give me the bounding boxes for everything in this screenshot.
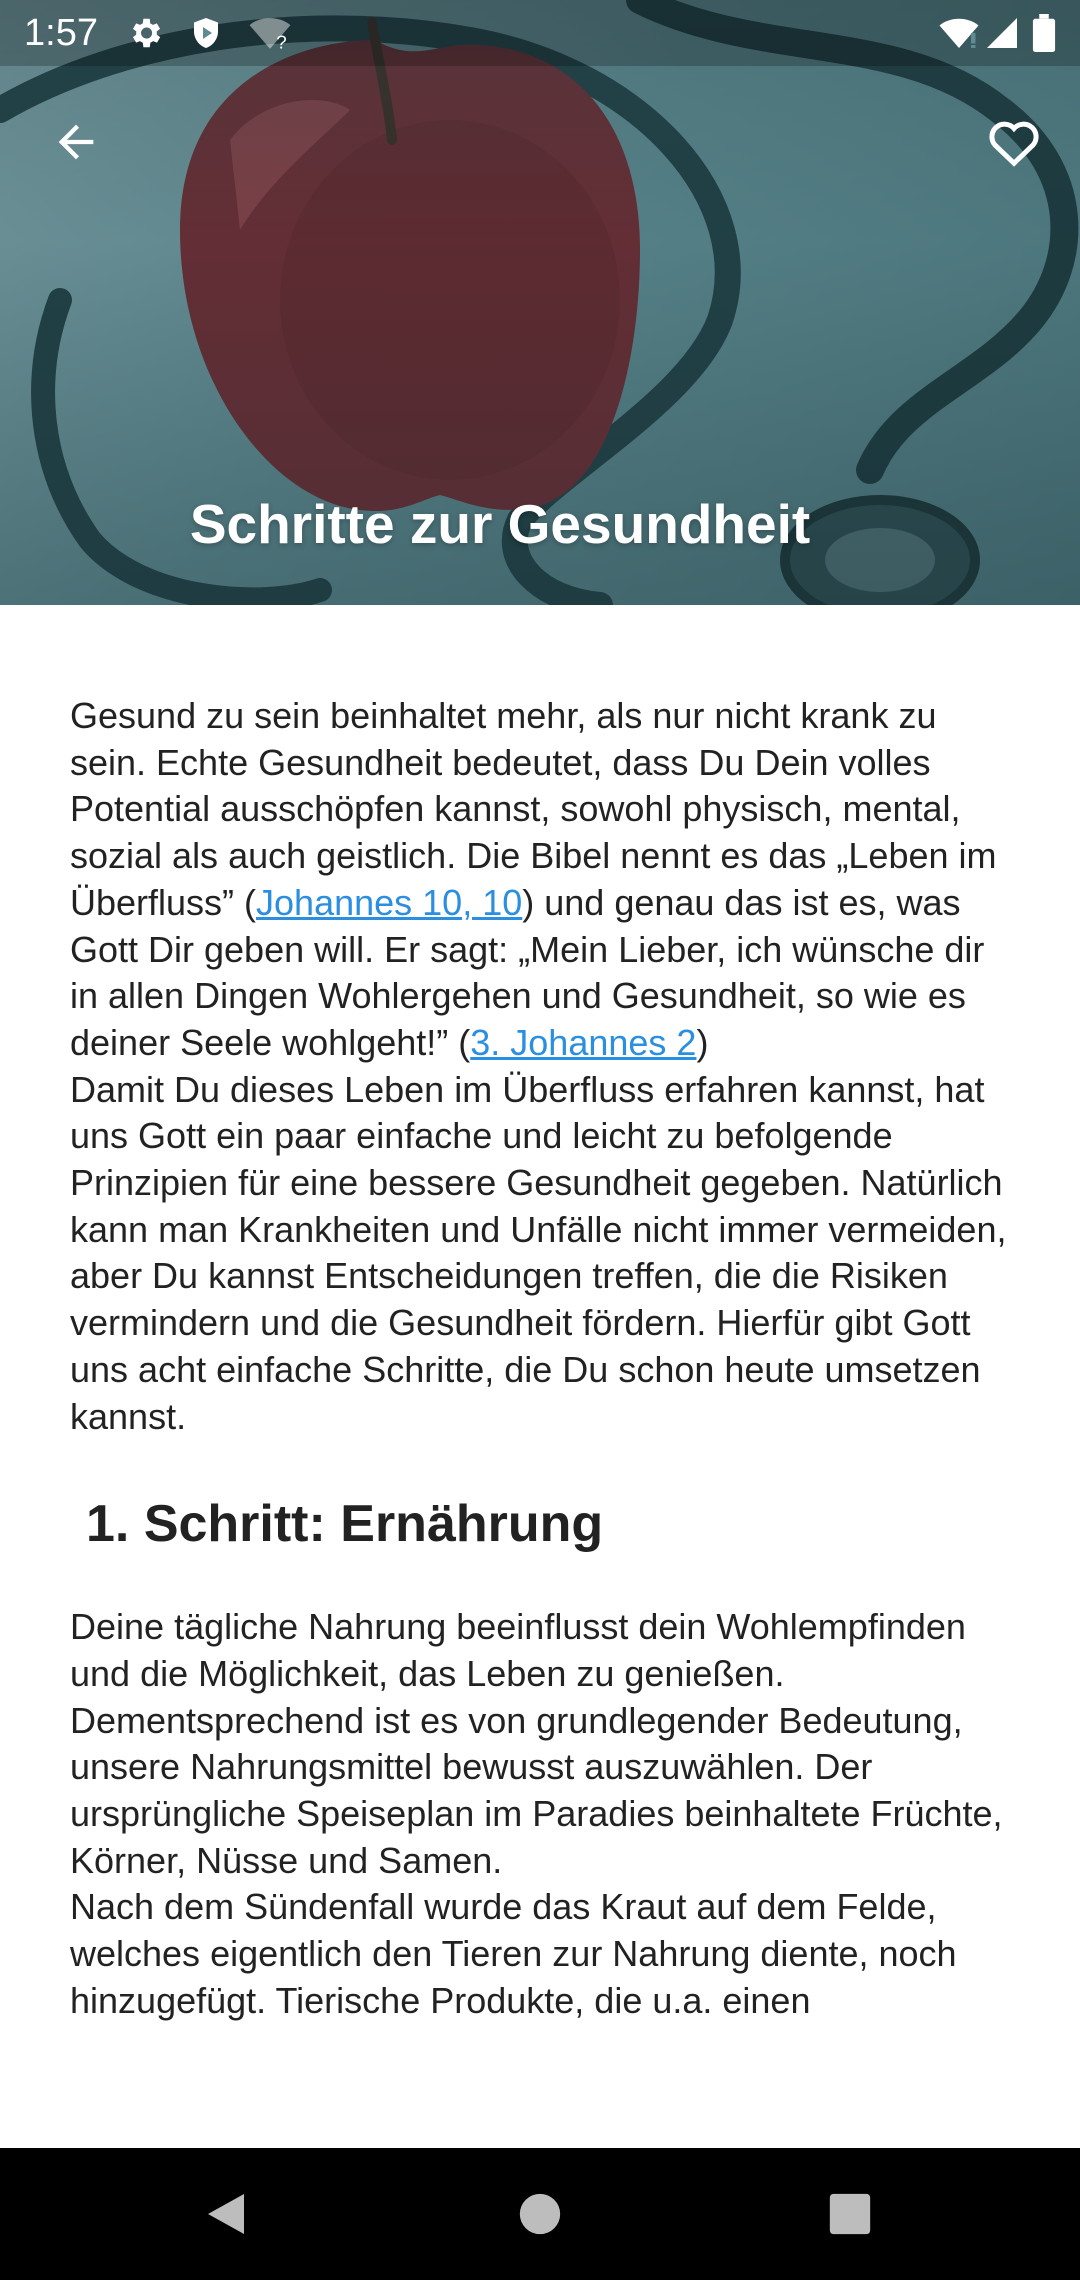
page-title: Schritte zur Gesundheit	[189, 493, 811, 555]
status-bar: 1:57 ?	[0, 0, 1080, 66]
arrow-back-icon	[58, 124, 94, 160]
nav-home-button[interactable]	[500, 2174, 580, 2254]
settings-icon	[126, 14, 164, 57]
section-paragraph: Deine tägliche Nahrung beeinflusst dein …	[70, 1606, 1003, 1881]
nav-recents-button[interactable]	[810, 2174, 890, 2254]
section-heading-nutrition: 1. Schritt: Ernährung	[86, 1495, 604, 1554]
bible-link-johannes-10-10[interactable]: Johannes 10, 10	[256, 882, 522, 923]
nav-back-button[interactable]	[186, 2174, 266, 2254]
home-circle-icon	[519, 2193, 561, 2235]
navigation-bar	[0, 2148, 1080, 2280]
heart-outline-icon	[989, 121, 1039, 167]
back-triangle-icon	[208, 2194, 244, 2234]
intro-paragraph: Gesund zu sein beinhaltet mehr, als nur …	[70, 693, 1020, 1067]
recents-square-icon	[829, 2193, 871, 2235]
signal-icon	[984, 14, 1020, 57]
status-time: 1:57	[24, 12, 98, 54]
section-paragraph-2: Nach dem Sündenfall wurde das Kraut auf …	[70, 1886, 957, 2021]
back-button[interactable]	[36, 102, 116, 182]
shield-icon	[188, 14, 224, 57]
bible-link-3-johannes-2[interactable]: 3. Johannes 2	[470, 1022, 696, 1063]
wifi-question-icon: ?	[248, 14, 292, 57]
svg-text:?: ?	[276, 32, 286, 52]
intro-text-3: )	[696, 1021, 709, 1063]
battery-icon	[1032, 14, 1056, 57]
wifi-icon	[938, 14, 980, 57]
intro-paragraph-2: Damit Du dieses Leben im Überfluss erfah…	[70, 1068, 1007, 1437]
article-content: Gesund zu sein beinhaltet mehr, als nur …	[70, 693, 1020, 2025]
favorite-button[interactable]	[974, 102, 1054, 182]
